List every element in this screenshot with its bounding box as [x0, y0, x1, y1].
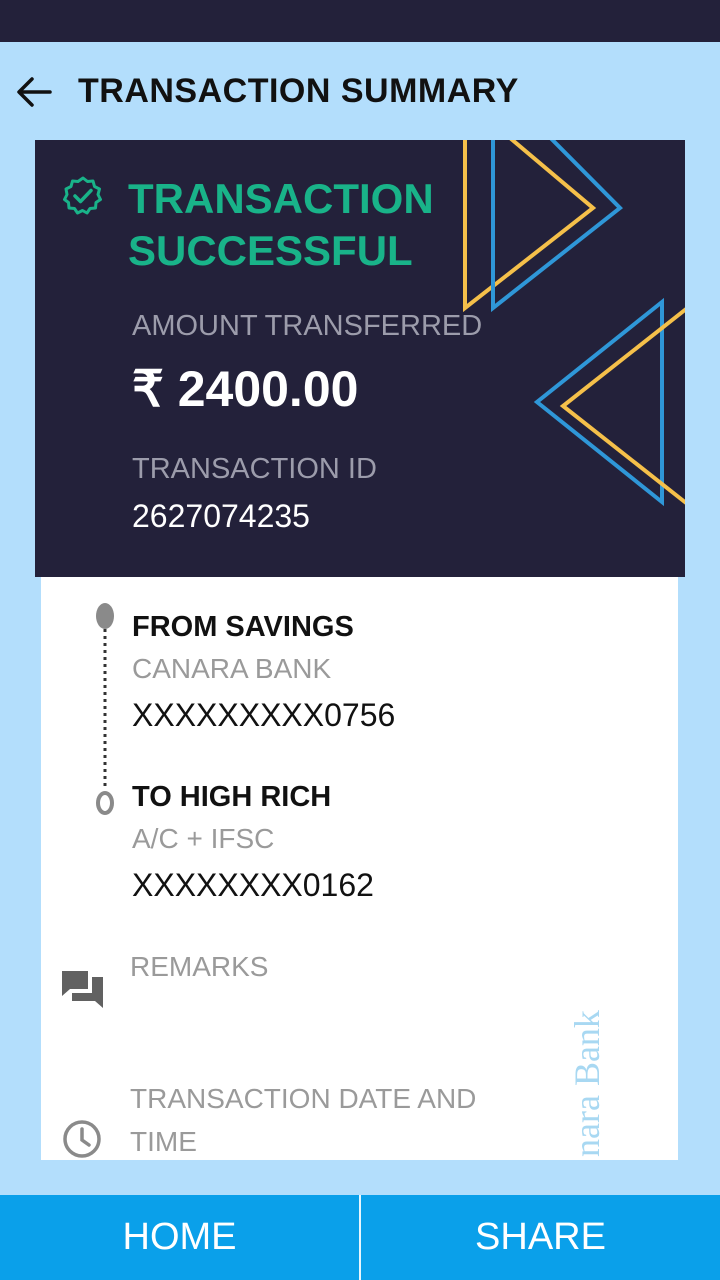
status-bar [0, 0, 720, 42]
chat-icon [62, 971, 103, 1008]
amount-value: ₹ 2400.00 [132, 361, 359, 417]
transaction-details-card: FROM SAVINGS CANARA BANK XXXXXXXXX0756 T… [41, 577, 678, 1160]
to-account-number: XXXXXXXX0162 [132, 867, 374, 903]
from-bank-name: CANARA BANK [132, 653, 332, 684]
from-account-title: FROM SAVINGS [132, 611, 354, 643]
transaction-status: TRANSACTION SUCCESSFUL [128, 175, 434, 274]
clock-icon [63, 1120, 101, 1158]
button-divider [359, 1195, 361, 1280]
bank-watermark: nara Bank [567, 1010, 607, 1157]
back-button[interactable] [14, 72, 62, 112]
bottom-action-bar: HOME SHARE [0, 1195, 720, 1280]
home-button[interactable]: HOME [0, 1195, 359, 1280]
amount-label: AMOUNT TRANSFERRED [132, 310, 483, 342]
transaction-datetime-label: TRANSACTION DATE AND TIME [130, 1083, 477, 1157]
to-transfer-method: A/C + IFSC [132, 823, 275, 854]
arrow-left-icon [17, 77, 52, 107]
page-title: TRANSACTION SUMMARY [78, 72, 519, 110]
transaction-id-value: 2627074235 [132, 498, 310, 534]
share-button[interactable]: SHARE [361, 1195, 720, 1280]
success-check-icon [63, 176, 102, 215]
transaction-status-card: TRANSACTION SUCCESSFUL AMOUNT TRANSFERRE… [35, 140, 685, 577]
to-account-title: TO HIGH RICH [132, 781, 332, 813]
transaction-id-label: TRANSACTION ID [132, 453, 377, 485]
from-account-number: XXXXXXXXX0756 [132, 697, 396, 733]
app-bar: TRANSACTION SUMMARY [0, 42, 720, 140]
remarks-label: REMARKS [130, 951, 269, 982]
transfer-timeline [96, 603, 114, 815]
